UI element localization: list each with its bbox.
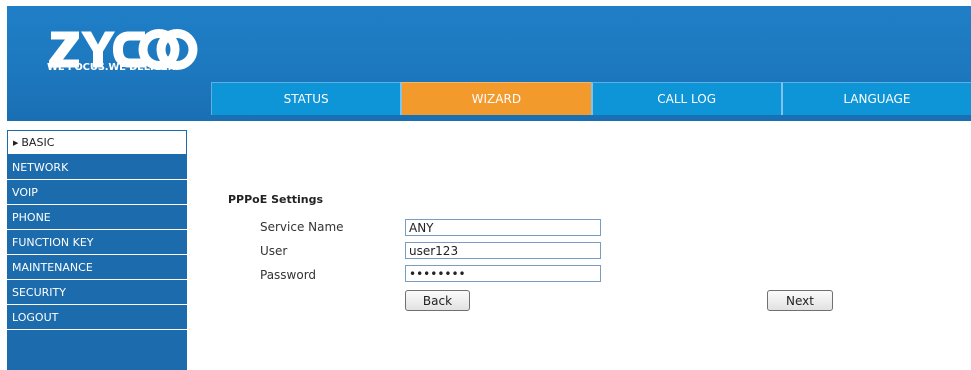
sidebar-item-label: FUNCTION KEY	[12, 235, 94, 249]
tab-wizard[interactable]: WIZARD	[400, 82, 591, 115]
triangle-right-icon: ▶	[13, 138, 19, 147]
sidebar-item-phone[interactable]: PHONE	[7, 205, 187, 230]
sidebar: ▶ BASIC NETWORK VOIP PHONE FUNCTION KEY …	[7, 130, 187, 370]
sidebar-item-function-key[interactable]: FUNCTION KEY	[7, 230, 187, 255]
sidebar-item-maintenance[interactable]: MAINTENANCE	[7, 255, 187, 280]
sidebar-item-label: BASIC	[21, 136, 55, 149]
top-nav: STATUS WIZARD CALL LOG LANGUAGE	[211, 82, 971, 115]
user-input[interactable]	[405, 242, 601, 259]
tab-call-log[interactable]: CALL LOG	[590, 82, 781, 115]
sidebar-item-label: MAINTENANCE	[12, 260, 93, 274]
sidebar-item-security[interactable]: SECURITY	[7, 280, 187, 305]
sidebar-item-voip[interactable]: VOIP	[7, 180, 187, 205]
sidebar-item-label: NETWORK	[12, 160, 69, 174]
sidebar-item-label: LOGOUT	[12, 310, 59, 324]
sidebar-item-basic[interactable]: ▶ BASIC	[7, 130, 187, 155]
back-button[interactable]: Back	[405, 290, 470, 311]
next-button[interactable]: Next	[767, 290, 833, 311]
tab-status[interactable]: STATUS	[211, 82, 401, 115]
sidebar-item-label: VOIP	[12, 185, 38, 199]
sidebar-item-label: PHONE	[12, 210, 51, 224]
sidebar-item-logout[interactable]: LOGOUT	[7, 305, 187, 330]
service-name-label: Service Name	[260, 220, 344, 234]
sidebar-item-network[interactable]: NETWORK	[7, 155, 187, 180]
sidebar-item-label: SECURITY	[12, 285, 66, 299]
section-title: PPPoE Settings	[228, 193, 324, 206]
user-label: User	[260, 244, 288, 258]
tab-language[interactable]: LANGUAGE	[780, 82, 971, 115]
tagline: WE FOCUS.WE DELIVER	[47, 62, 176, 73]
password-label: Password	[260, 268, 317, 282]
service-name-input[interactable]	[405, 219, 601, 236]
password-input[interactable]	[405, 265, 601, 282]
